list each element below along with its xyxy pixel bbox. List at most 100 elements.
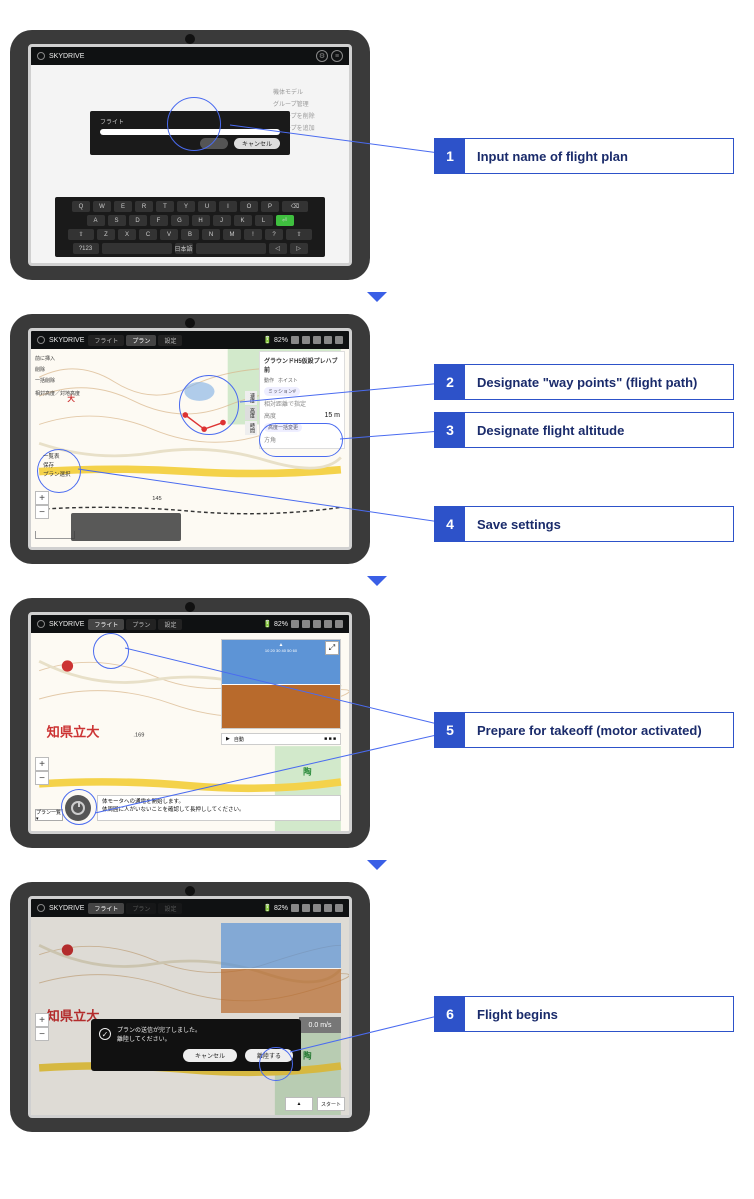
key[interactable]: P — [261, 201, 279, 212]
key[interactable]: ⏎ — [276, 215, 294, 226]
key[interactable]: R — [135, 201, 153, 212]
battery-indicator: 🔋82% — [263, 336, 288, 344]
key[interactable]: L — [255, 215, 273, 226]
step-label: Designate flight altitude — [465, 413, 733, 447]
zoom-controls[interactable]: + − — [35, 1013, 49, 1041]
step-6: 6 Flight begins — [434, 996, 734, 1032]
key[interactable]: ▷ — [290, 243, 308, 254]
key[interactable]: S — [108, 215, 126, 226]
key[interactable]: Z — [97, 229, 115, 240]
highlight-altitude — [259, 423, 343, 457]
key[interactable]: D — [129, 215, 147, 226]
key[interactable]: ⌫ — [282, 201, 308, 212]
key[interactable]: T — [156, 201, 174, 212]
mission-select[interactable]: ミッション# — [264, 387, 300, 396]
zoom-controls[interactable]: + − — [35, 757, 49, 785]
tab-plan[interactable]: プラン — [126, 335, 156, 346]
key[interactable]: O — [240, 201, 258, 212]
battery-indicator: 🔋82% — [263, 620, 288, 628]
side-item[interactable]: 機体モデル — [273, 87, 343, 99]
screen3: SKYDRIVE フライト プラン 設定 🔋82% — [28, 612, 352, 834]
panel-subtabs: 動作 ホイスト — [264, 377, 340, 384]
subtab[interactable]: 動作 — [264, 377, 274, 384]
mode-bar[interactable]: ▶自動■ ■ ■ — [221, 733, 341, 745]
highlight-waypoints — [179, 375, 239, 435]
key[interactable]: E — [114, 201, 132, 212]
gear-icon[interactable]: ⚙ — [316, 50, 328, 62]
menu-icon[interactable]: ≡ — [331, 50, 343, 62]
vtab[interactable]: 速度 — [245, 391, 257, 405]
bottom-bar: ▲ スタート — [285, 1097, 345, 1111]
tab-flight[interactable]: フライト — [88, 619, 124, 630]
tab-flight[interactable]: フライト — [88, 335, 124, 346]
key[interactable]: ⇧ — [68, 229, 94, 240]
step-label: Flight begins — [465, 997, 733, 1031]
dialog-cancel[interactable]: キャンセル — [234, 138, 280, 149]
subtab[interactable]: ホイスト — [278, 377, 298, 384]
app-name: SKYDRIVE — [49, 621, 84, 628]
expand-button[interactable]: ⤢ — [325, 641, 339, 655]
zoom-out-button[interactable]: − — [35, 1027, 49, 1041]
key[interactable] — [196, 243, 266, 254]
tab-plan[interactable]: プラン — [126, 619, 156, 630]
zoom-out-button[interactable]: − — [35, 771, 49, 785]
key[interactable]: X — [118, 229, 136, 240]
key[interactable]: F — [150, 215, 168, 226]
vtab[interactable]: 時間 — [245, 421, 257, 435]
vtab[interactable]: 高度 — [245, 406, 257, 420]
tab-settings[interactable]: 設定 — [158, 619, 182, 630]
zoom-controls[interactable]: + − — [35, 491, 49, 519]
nav-tabs: フライト プラン 設定 — [88, 335, 182, 346]
key[interactable] — [102, 243, 172, 254]
tab-plan: プラン — [126, 903, 156, 914]
onscreen-keyboard[interactable]: QWERTYUIOP⌫ASDFGHJKL⏎⇧ZXCVBNM!?⇧?123日本語◁… — [55, 197, 325, 257]
bb-up[interactable]: ▲ — [285, 1097, 313, 1111]
cancel-button[interactable]: キャンセル — [183, 1049, 237, 1062]
key[interactable]: V — [160, 229, 178, 240]
key[interactable]: Y — [177, 201, 195, 212]
zoom-in-button[interactable]: + — [35, 491, 49, 505]
power-message: 体モータへの通電を開始します。 体周囲に人がいないことを確認して長押ししてくださ… — [97, 795, 341, 821]
plan-dropdown[interactable]: プラン一覧 ▾ — [35, 809, 63, 821]
side-item[interactable]: グループ管理 — [273, 99, 343, 111]
tab-settings[interactable]: 設定 — [158, 335, 182, 346]
key[interactable]: ?123 — [73, 243, 99, 254]
key[interactable]: Q — [72, 201, 90, 212]
ctrl-item[interactable]: 一括削除 — [35, 377, 81, 384]
app-topbar: SKYDRIVE フライト プラン 設定 🔋82% — [31, 331, 349, 349]
highlight-takeoff — [259, 1047, 293, 1081]
key[interactable]: I — [219, 201, 237, 212]
ctrl-item[interactable]: 相対高度／対地高度 — [35, 390, 81, 397]
bb-start[interactable]: スタート — [317, 1097, 345, 1111]
key[interactable]: 日本語 — [175, 243, 193, 254]
key[interactable]: M — [223, 229, 241, 240]
ctrl-item[interactable]: 削除 — [35, 366, 81, 373]
key[interactable]: G — [171, 215, 189, 226]
key[interactable]: U — [198, 201, 216, 212]
altitude-row[interactable]: 高度 15 m — [264, 411, 340, 420]
key[interactable]: K — [234, 215, 252, 226]
key[interactable]: A — [87, 215, 105, 226]
app-topbar: SKYDRIVE ⚙ ≡ — [31, 47, 349, 65]
ctrl-item[interactable]: 前に挿入 — [35, 355, 81, 362]
key[interactable]: ◁ — [269, 243, 287, 254]
key[interactable]: ⇧ — [286, 229, 312, 240]
key[interactable]: J — [213, 215, 231, 226]
key[interactable]: ! — [244, 229, 262, 240]
key[interactable]: H — [192, 215, 210, 226]
zoom-in-button[interactable]: + — [35, 757, 49, 771]
ctrl-item[interactable]: 一覧表 — [43, 453, 71, 462]
left-controls: 前に挿入 削除 一括削除 相対高度／対地高度 — [35, 355, 81, 401]
key[interactable]: W — [93, 201, 111, 212]
tab-flight[interactable]: フライト — [88, 903, 124, 914]
status-icon — [324, 336, 332, 344]
key[interactable]: B — [181, 229, 199, 240]
ctrl-item[interactable]: プラン選択 — [43, 471, 71, 480]
zoom-in-button[interactable]: + — [35, 1013, 49, 1027]
zoom-out-button[interactable]: − — [35, 505, 49, 519]
key[interactable]: N — [202, 229, 220, 240]
ctrl-item[interactable]: 保存 — [43, 462, 71, 471]
key[interactable]: C — [139, 229, 157, 240]
key[interactable]: ? — [265, 229, 283, 240]
app-name: SKYDRIVE — [49, 337, 84, 344]
